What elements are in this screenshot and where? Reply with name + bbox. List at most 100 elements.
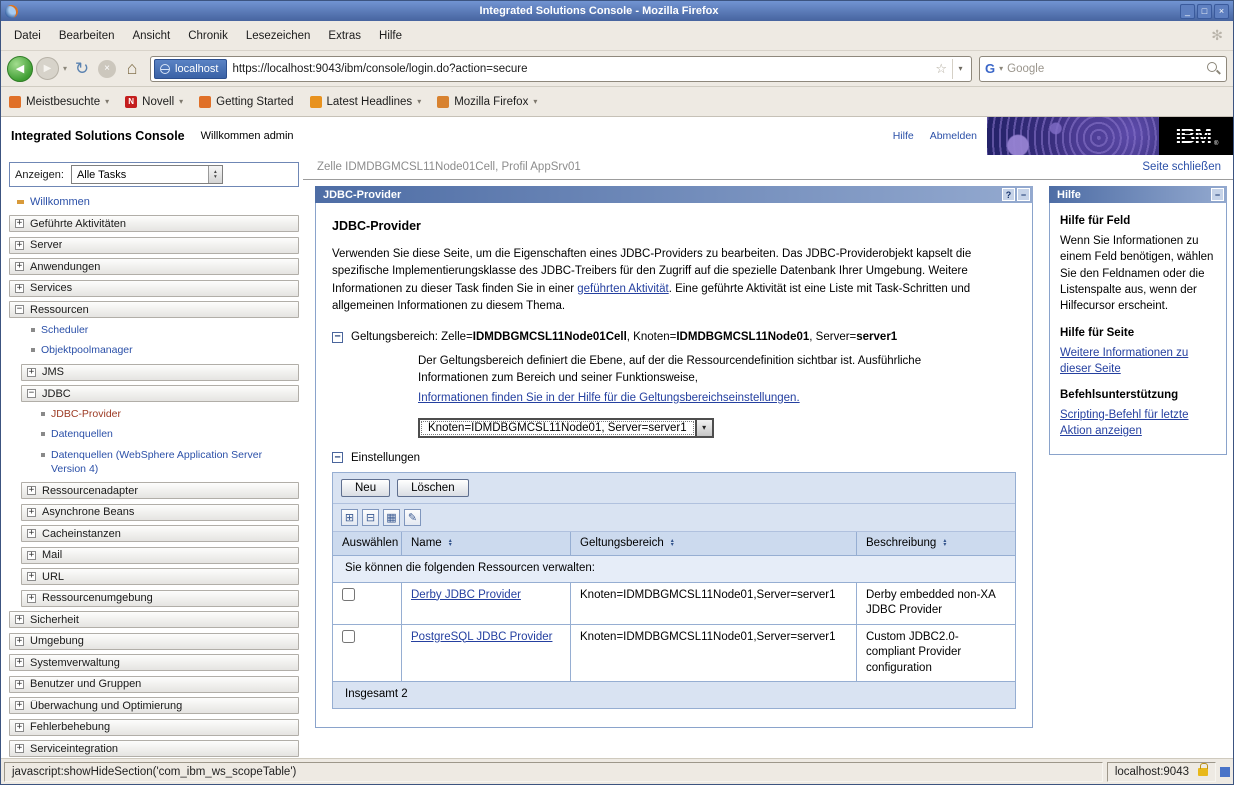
sidebar-item-objektpoolmanager[interactable]: Objektpoolmanager bbox=[9, 343, 299, 364]
scope-help-link[interactable]: Informationen finden Sie in der Hilfe fü… bbox=[418, 392, 800, 404]
search-engine-dropdown-icon[interactable]: ▾ bbox=[998, 64, 1004, 73]
expander-icon[interactable]: + bbox=[15, 615, 24, 624]
close-button[interactable]: × bbox=[1214, 4, 1229, 19]
expander-icon[interactable]: + bbox=[15, 637, 24, 646]
sidebar-item-systemverwaltung[interactable]: +Systemverwaltung bbox=[9, 654, 299, 671]
sidebar-item-willkommen[interactable]: Willkommen bbox=[9, 194, 299, 215]
col-header-select[interactable]: Auswählen bbox=[333, 532, 401, 556]
bookmark-novell[interactable]: NNovell▾ bbox=[125, 96, 183, 108]
collapse-icon[interactable]: − bbox=[332, 452, 343, 463]
panel-minimize-button[interactable]: − bbox=[1017, 188, 1030, 201]
url-dropdown-button[interactable]: ▾ bbox=[952, 59, 968, 79]
clear-filter-icon[interactable]: ✎ bbox=[404, 509, 421, 526]
menu-lesezeichen[interactable]: Lesezeichen bbox=[237, 25, 320, 47]
expander-icon[interactable]: + bbox=[27, 572, 36, 581]
maximize-button[interactable]: □ bbox=[1197, 4, 1212, 19]
sidebar-item-ressourcenadapter[interactable]: +Ressourcenadapter bbox=[21, 482, 299, 499]
search-bar[interactable]: G ▾ bbox=[979, 56, 1227, 82]
col-header-description[interactable]: Beschreibung▴▾ bbox=[857, 532, 1015, 556]
sidebar-item-asynchrone-beans[interactable]: +Asynchrone Beans bbox=[21, 504, 299, 521]
delete-button[interactable]: Löschen bbox=[397, 479, 468, 497]
menu-datei[interactable]: Datei bbox=[5, 25, 50, 47]
sidebar-item-cacheinstanzen[interactable]: +Cacheinstanzen bbox=[21, 525, 299, 542]
expander-icon[interactable]: + bbox=[15, 744, 24, 753]
menu-ansicht[interactable]: Ansicht bbox=[123, 25, 179, 47]
url-bar[interactable]: localhost ☆ ▾ bbox=[150, 56, 972, 82]
menu-bearbeiten[interactable]: Bearbeiten bbox=[50, 25, 124, 47]
menu-hilfe[interactable]: Hilfe bbox=[370, 25, 411, 47]
reload-button[interactable]: ↻ bbox=[71, 57, 93, 81]
sort-icon[interactable]: ▴▾ bbox=[449, 539, 452, 548]
menu-extras[interactable]: Extras bbox=[319, 25, 370, 47]
url-input[interactable] bbox=[232, 63, 930, 75]
row-checkbox[interactable] bbox=[342, 630, 355, 643]
scope-select[interactable]: Knoten=IDMDBGMCSL11Node01, Server=server… bbox=[418, 418, 714, 438]
view-select[interactable]: Alle Tasks ▴▾ bbox=[71, 165, 223, 184]
expander-icon[interactable]: + bbox=[15, 284, 24, 293]
expander-icon[interactable]: + bbox=[15, 658, 24, 667]
collapse-icon[interactable]: − bbox=[332, 332, 343, 343]
sidebar-item-ressourcenumgebung[interactable]: +Ressourcenumgebung bbox=[21, 590, 299, 607]
chevron-down-icon[interactable]: ▾ bbox=[695, 420, 712, 436]
deselect-all-icon[interactable]: ⊟ bbox=[362, 509, 379, 526]
expander-icon[interactable]: + bbox=[27, 529, 36, 538]
sidebar-item-services[interactable]: +Services bbox=[9, 280, 299, 297]
sidebar-item-mail[interactable]: +Mail bbox=[21, 547, 299, 564]
col-header-scope[interactable]: Geltungsbereich▴▾ bbox=[571, 532, 856, 556]
sidebar-item-anwendungen[interactable]: +Anwendungen bbox=[9, 258, 299, 275]
sidebar-item-datenquellen-websphere-application-server-version-4[interactable]: Datenquellen (WebSphere Application Serv… bbox=[9, 448, 299, 482]
stop-button[interactable]: × bbox=[96, 57, 118, 81]
expander-icon[interactable]: + bbox=[27, 551, 36, 560]
sidebar-item-geführte-aktivitäten[interactable]: +Geführte Aktivitäten bbox=[9, 215, 299, 232]
sidebar-item-sicherheit[interactable]: +Sicherheit bbox=[9, 611, 299, 628]
provider-link-postgresql-jdbc-provider[interactable]: PostgreSQL JDBC Provider bbox=[411, 631, 552, 643]
expander-icon[interactable]: + bbox=[27, 594, 36, 603]
help-link-scripting-befehl-für-letzte-aktion-anzeigen[interactable]: Scripting-Befehl für letzte Aktion anzei… bbox=[1060, 407, 1216, 439]
forward-button[interactable]: ▶ bbox=[36, 57, 59, 80]
bookmark-meistbesuchte[interactable]: Meistbesuchte▾ bbox=[9, 96, 109, 108]
logout-link[interactable]: Abmelden bbox=[930, 130, 977, 142]
resize-grip[interactable] bbox=[1220, 767, 1230, 777]
bookmark-getting-started[interactable]: Getting Started bbox=[199, 96, 293, 108]
expander-icon[interactable]: + bbox=[15, 723, 24, 732]
sidebar-item-jdbc-provider[interactable]: JDBC-Provider bbox=[9, 407, 299, 428]
bookmark-latest-headlines[interactable]: Latest Headlines▾ bbox=[310, 96, 422, 108]
close-page-link[interactable]: Seite schließen bbox=[1142, 161, 1221, 173]
menu-chronik[interactable]: Chronik bbox=[179, 25, 237, 47]
expander-icon[interactable]: + bbox=[27, 486, 36, 495]
minimize-button[interactable]: _ bbox=[1180, 4, 1195, 19]
sort-icon[interactable]: ▴▾ bbox=[943, 539, 946, 548]
sidebar-item-fehlerbehebung[interactable]: +Fehlerbehebung bbox=[9, 719, 299, 736]
sidebar-item-serviceintegration[interactable]: +Serviceintegration bbox=[9, 740, 299, 757]
site-identity-badge[interactable]: localhost bbox=[154, 59, 227, 79]
sidebar-item-scheduler[interactable]: Scheduler bbox=[9, 323, 299, 344]
sidebar-item-benutzer-und-gruppen[interactable]: +Benutzer und Gruppen bbox=[9, 676, 299, 693]
search-input[interactable] bbox=[1007, 63, 1203, 75]
title-bar[interactable]: Integrated Solutions Console - Mozilla F… bbox=[1, 1, 1233, 21]
help-minimize-button[interactable]: − bbox=[1211, 188, 1224, 201]
sidebar-item-überwachung-und-optimierung[interactable]: +Überwachung und Optimierung bbox=[9, 697, 299, 714]
expander-icon[interactable]: + bbox=[15, 241, 24, 250]
guided-activity-link[interactable]: geführten Aktivität bbox=[577, 283, 668, 295]
select-all-icon[interactable]: ⊞ bbox=[341, 509, 358, 526]
help-link-weitere-informationen-zu-dieser-seite[interactable]: Weitere Informationen zu dieser Seite bbox=[1060, 345, 1216, 377]
expander-icon[interactable]: − bbox=[15, 305, 24, 314]
expander-icon[interactable]: + bbox=[15, 680, 24, 689]
home-button[interactable]: ⌂ bbox=[121, 57, 143, 81]
bookmark-mozilla-firefox[interactable]: Mozilla Firefox▾ bbox=[437, 96, 537, 108]
sidebar-item-url[interactable]: +URL bbox=[21, 568, 299, 585]
console-help-link[interactable]: Hilfe bbox=[893, 130, 914, 142]
expander-icon[interactable]: + bbox=[15, 701, 24, 710]
bookmark-star-icon[interactable]: ☆ bbox=[935, 61, 947, 77]
expander-icon[interactable]: + bbox=[15, 219, 24, 228]
panel-help-button[interactable]: ? bbox=[1002, 188, 1015, 201]
search-icon[interactable] bbox=[1206, 61, 1221, 76]
provider-link-derby-jdbc-provider[interactable]: Derby JDBC Provider bbox=[411, 589, 521, 601]
expander-icon[interactable]: − bbox=[27, 389, 36, 398]
sidebar-item-ressourcen[interactable]: −Ressourcen bbox=[9, 301, 299, 318]
sidebar-item-server[interactable]: +Server bbox=[9, 237, 299, 254]
sidebar-item-datenquellen[interactable]: Datenquellen bbox=[9, 427, 299, 448]
sort-icon[interactable]: ▴▾ bbox=[671, 539, 674, 548]
show-filter-icon[interactable]: ▦ bbox=[383, 509, 400, 526]
row-checkbox[interactable] bbox=[342, 588, 355, 601]
